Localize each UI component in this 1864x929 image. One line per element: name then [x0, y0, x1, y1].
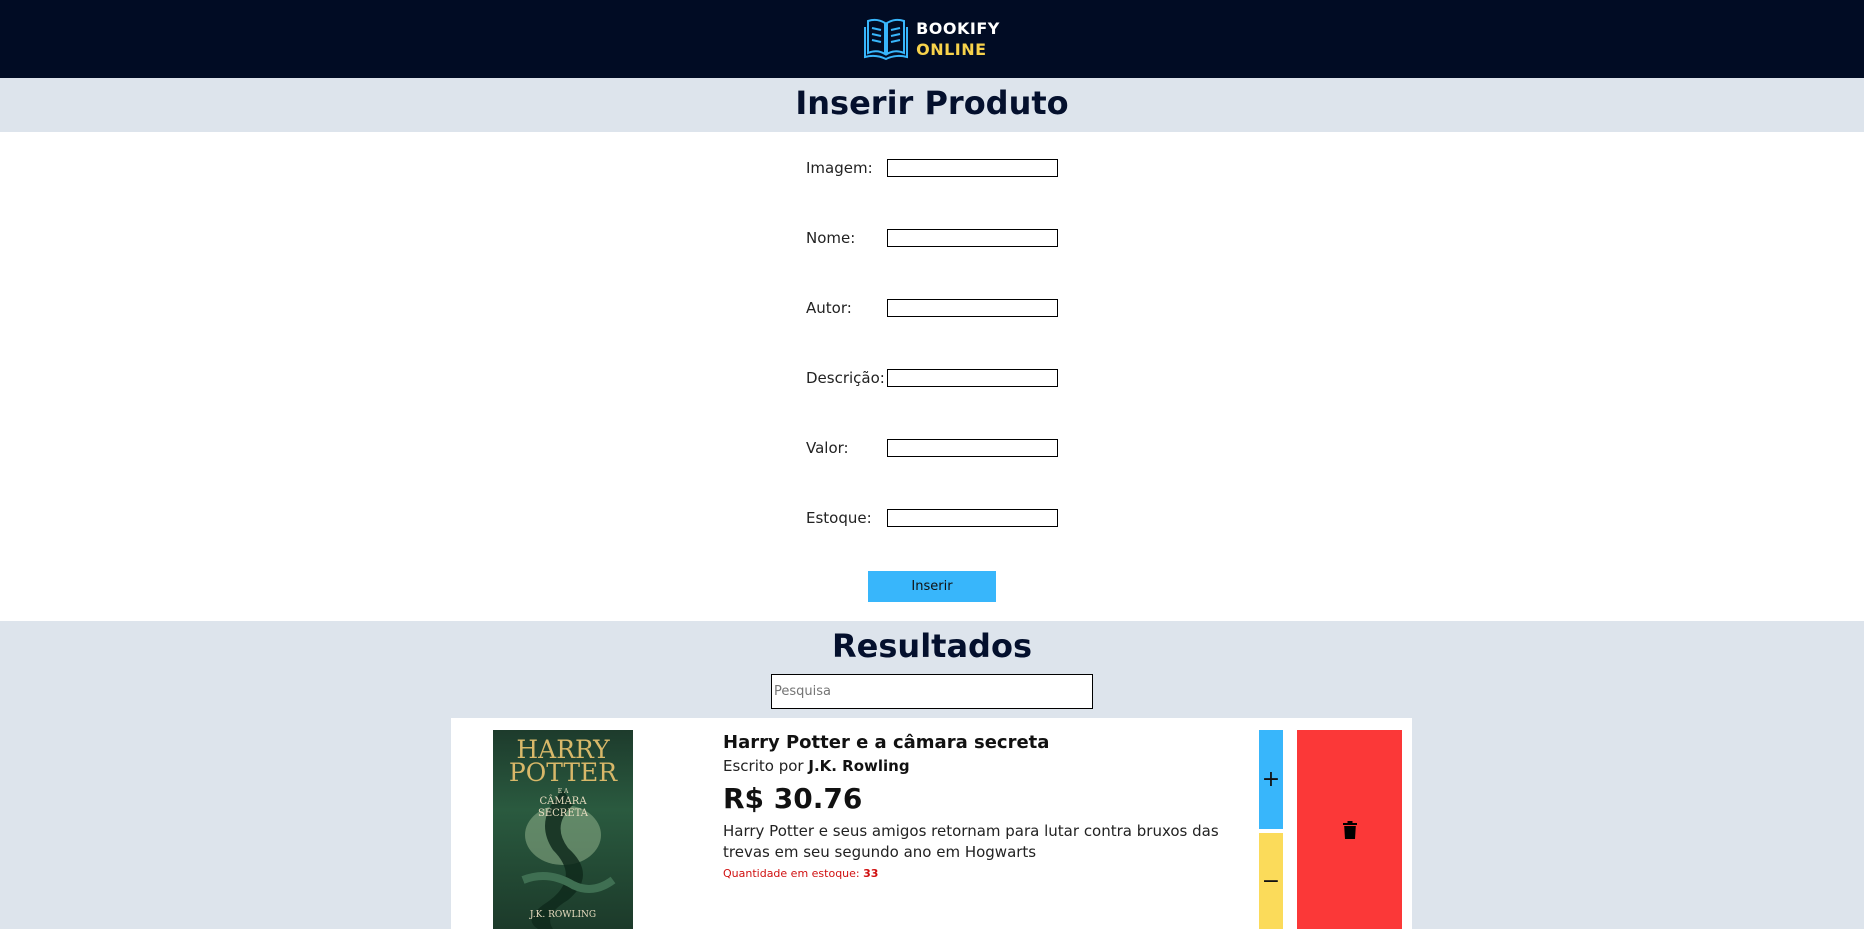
form-row-image: Imagem: — [806, 156, 1058, 180]
cover-author: J.K. ROWLING — [529, 910, 597, 920]
product-author-line: Escrito por J.K. Rowling — [723, 755, 1243, 777]
author-prefix: Escrito por — [723, 757, 804, 775]
trash-icon — [1342, 820, 1357, 839]
cover-title: HARRY POTTER — [493, 737, 633, 787]
cover-title-line2: POTTER — [508, 758, 618, 787]
brand-text: BOOKIFY ONLINE — [916, 18, 1000, 60]
author-field[interactable] — [887, 299, 1058, 317]
increase-stock-button[interactable]: + — [1259, 730, 1283, 829]
insert-button[interactable]: Inserir — [868, 571, 996, 602]
stock-label: Estoque: — [806, 509, 872, 527]
stock-caption: Quantidade em estoque: — [723, 867, 860, 880]
book-cover-image: HARRY POTTER E A CÂMARA SECRETA J.K. ROW… — [493, 730, 633, 929]
product-author: J.K. Rowling — [808, 757, 910, 775]
value-field[interactable] — [887, 439, 1058, 457]
stock-field[interactable] — [887, 509, 1058, 527]
form-row-value: Valor: — [806, 436, 1058, 460]
open-book-icon — [864, 18, 909, 61]
product-stock: Quantidade em estoque: 33 — [723, 865, 1243, 882]
delete-product-button[interactable] — [1297, 730, 1402, 929]
image-label: Imagem: — [806, 159, 873, 177]
name-label: Nome: — [806, 229, 856, 247]
product-card: HARRY POTTER E A CÂMARA SECRETA J.K. ROW… — [451, 718, 1412, 929]
plus-icon: + — [1261, 767, 1281, 792]
form-row-author: Autor: — [806, 296, 1058, 320]
product-description: Harry Potter e seus amigos retornam para… — [723, 822, 1219, 861]
brand-name-line1: BOOKIFY — [916, 19, 1000, 38]
brand-logo[interactable]: BOOKIFY ONLINE — [864, 15, 1000, 63]
results-section-title: Resultados — [832, 627, 1032, 665]
description-field[interactable] — [887, 369, 1058, 387]
cover-subtitle: E A CÂMARA SECRETA — [493, 788, 633, 820]
description-label: Descrição: — [806, 369, 885, 387]
form-row-description: Descrição: — [806, 366, 1058, 390]
product-price: R$ 30.76 — [723, 782, 863, 815]
cover-subtitle-line1: E A — [557, 788, 569, 795]
image-field[interactable] — [887, 159, 1058, 177]
decrease-stock-button[interactable]: − — [1259, 833, 1283, 929]
cover-subtitle-line2: CÂMARA — [539, 796, 587, 807]
product-info: Harry Potter e a câmara secreta Escrito … — [723, 730, 1243, 882]
cover-subtitle-line3: SECRETA — [538, 808, 588, 819]
minus-icon: − — [1261, 868, 1281, 894]
product-title: Harry Potter e a câmara secreta — [723, 732, 1050, 753]
form-row-stock: Estoque: — [806, 506, 1058, 530]
header: BOOKIFY ONLINE — [0, 0, 1864, 78]
name-field[interactable] — [887, 229, 1058, 247]
brand-name-line2: ONLINE — [916, 40, 987, 59]
form-row-name: Nome: — [806, 226, 1058, 250]
author-label: Autor: — [806, 299, 852, 317]
value-label: Valor: — [806, 439, 849, 457]
search-input[interactable] — [771, 674, 1093, 709]
insert-title-band: Inserir Produto — [0, 78, 1864, 132]
stock-value: 33 — [863, 867, 879, 880]
insert-section-title: Inserir Produto — [795, 84, 1069, 122]
